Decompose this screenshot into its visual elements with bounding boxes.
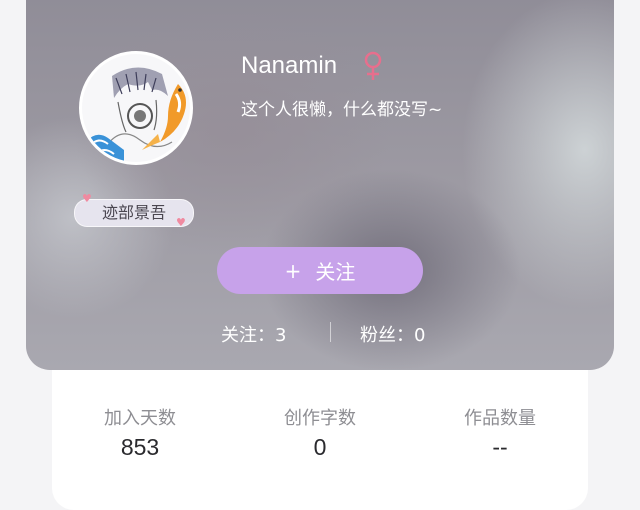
- profile-signature: 这个人很懒，什么都没写~: [241, 100, 443, 120]
- female-icon: [364, 51, 382, 80]
- stat-label: 作品数量: [464, 408, 536, 429]
- stat-label: 加入天数: [104, 408, 176, 429]
- followers-count[interactable]: 粉丝：0: [360, 321, 425, 347]
- stat-word-count: 创作字数 0: [230, 404, 410, 461]
- stat-value: --: [492, 434, 508, 460]
- title-badge-label: 迹部景吾: [101, 203, 166, 222]
- koi-fish-icon: [142, 84, 186, 150]
- following-count[interactable]: 关注：3: [221, 321, 286, 347]
- follow-button-label: 关注: [315, 260, 356, 284]
- heart-icon: ♥: [176, 216, 186, 229]
- stat-value: 0: [313, 434, 327, 460]
- stat-value: 853: [120, 434, 160, 460]
- stat-label: 创作字数: [284, 408, 356, 429]
- heart-icon: ♥: [82, 192, 92, 205]
- plus-icon: +: [284, 258, 302, 283]
- stat-join-days: 加入天数 853: [50, 404, 230, 461]
- stats-divider: [330, 322, 331, 342]
- follow-button[interactable]: + 关注: [217, 247, 423, 294]
- stat-works-count[interactable]: 作品数量 --: [410, 404, 590, 461]
- username: Nanamin: [241, 52, 338, 79]
- profile-header-card: 迹部景吾 ♥ ♥ Nanamin 这个人很懒，什么都没写~ + 关注 关注：3 …: [26, 0, 614, 370]
